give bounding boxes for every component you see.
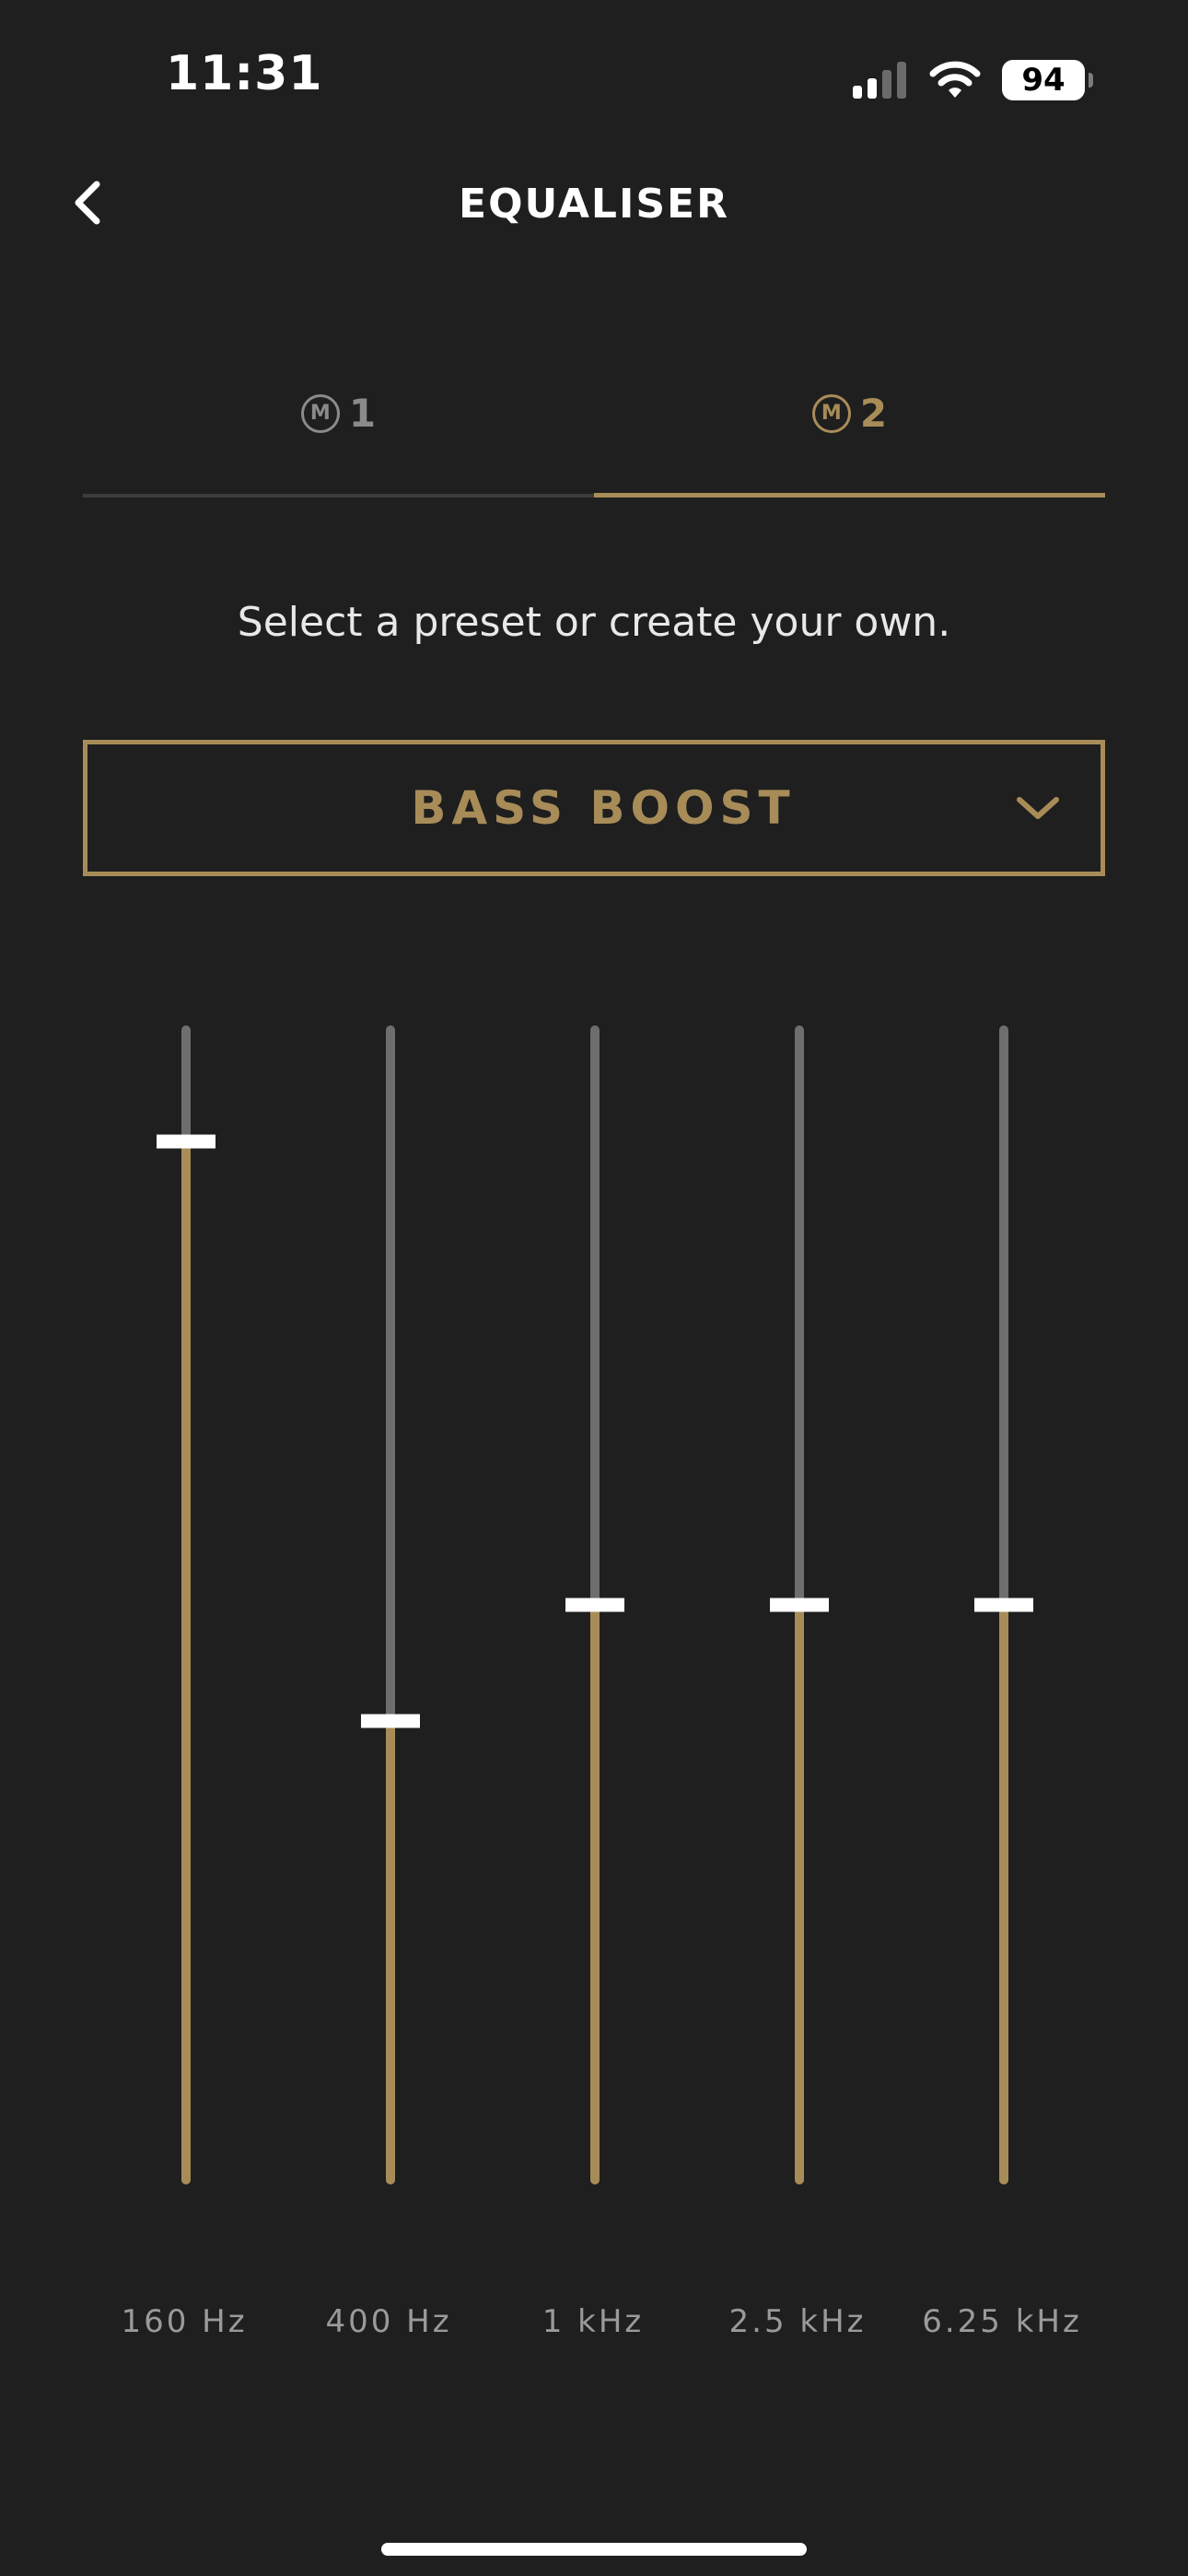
tab-memory-1[interactable]: M 1 (83, 378, 594, 498)
wifi-icon (928, 61, 982, 100)
eq-slider-fill (590, 1605, 600, 2184)
instruction-text: Select a preset or create your own. (237, 599, 951, 646)
preset-dropdown[interactable]: BASS BOOST (83, 740, 1105, 876)
tab-underline (594, 493, 1105, 498)
tab-label: 1 (348, 391, 377, 436)
memory-badge-icon: M (300, 393, 340, 433)
battery-level: 94 (1021, 62, 1066, 99)
eq-slider-handle[interactable] (974, 1598, 1033, 1612)
eq-slider-track[interactable] (181, 1025, 191, 2184)
battery-icon: 94 (1002, 60, 1093, 100)
eq-band-label: 1 kHz (542, 2303, 645, 2340)
status-icons: 94 (851, 59, 1093, 101)
eq-slider-handle[interactable] (565, 1598, 624, 1612)
preset-selected-value: BASS BOOST (411, 781, 796, 835)
eq-slider-handle[interactable] (157, 1134, 215, 1149)
eq-slider-160-hz[interactable] (147, 1025, 221, 2184)
status-time: 11:31 (166, 46, 323, 101)
memory-tabs: M 1 M 2 (83, 378, 1105, 498)
tab-memory-2[interactable]: M 2 (594, 378, 1105, 498)
tab-label: 2 (859, 391, 888, 436)
memory-badge-icon: M (811, 393, 851, 433)
tab-underline (83, 494, 594, 498)
eq-slider-handle[interactable] (770, 1598, 829, 1612)
eq-slider-handle[interactable] (361, 1714, 420, 1728)
eq-slider-fill (999, 1605, 1008, 2184)
eq-slider-400-hz[interactable] (352, 1025, 425, 2184)
eq-slider-2-5-khz[interactable] (761, 1025, 834, 2184)
eq-slider-6-25-khz[interactable] (965, 1025, 1039, 2184)
home-indicator[interactable] (381, 2543, 807, 2556)
eq-band-label: 160 Hz (121, 2303, 248, 2340)
eq-slider-track[interactable] (386, 1025, 395, 2184)
page-title: EQUALISER (459, 181, 729, 228)
eq-slider-fill (795, 1605, 804, 2184)
chevron-down-icon (1017, 797, 1059, 819)
eq-band-label: 6.25 kHz (922, 2303, 1082, 2340)
eq-band-label: 400 Hz (325, 2303, 452, 2340)
eq-slider-fill (181, 1141, 191, 2184)
signal-icon (851, 62, 908, 99)
eq-slider-fill (386, 1720, 395, 2184)
eq-band-label: 2.5 kHz (728, 2303, 867, 2340)
eq-slider-1-khz[interactable] (556, 1025, 630, 2184)
